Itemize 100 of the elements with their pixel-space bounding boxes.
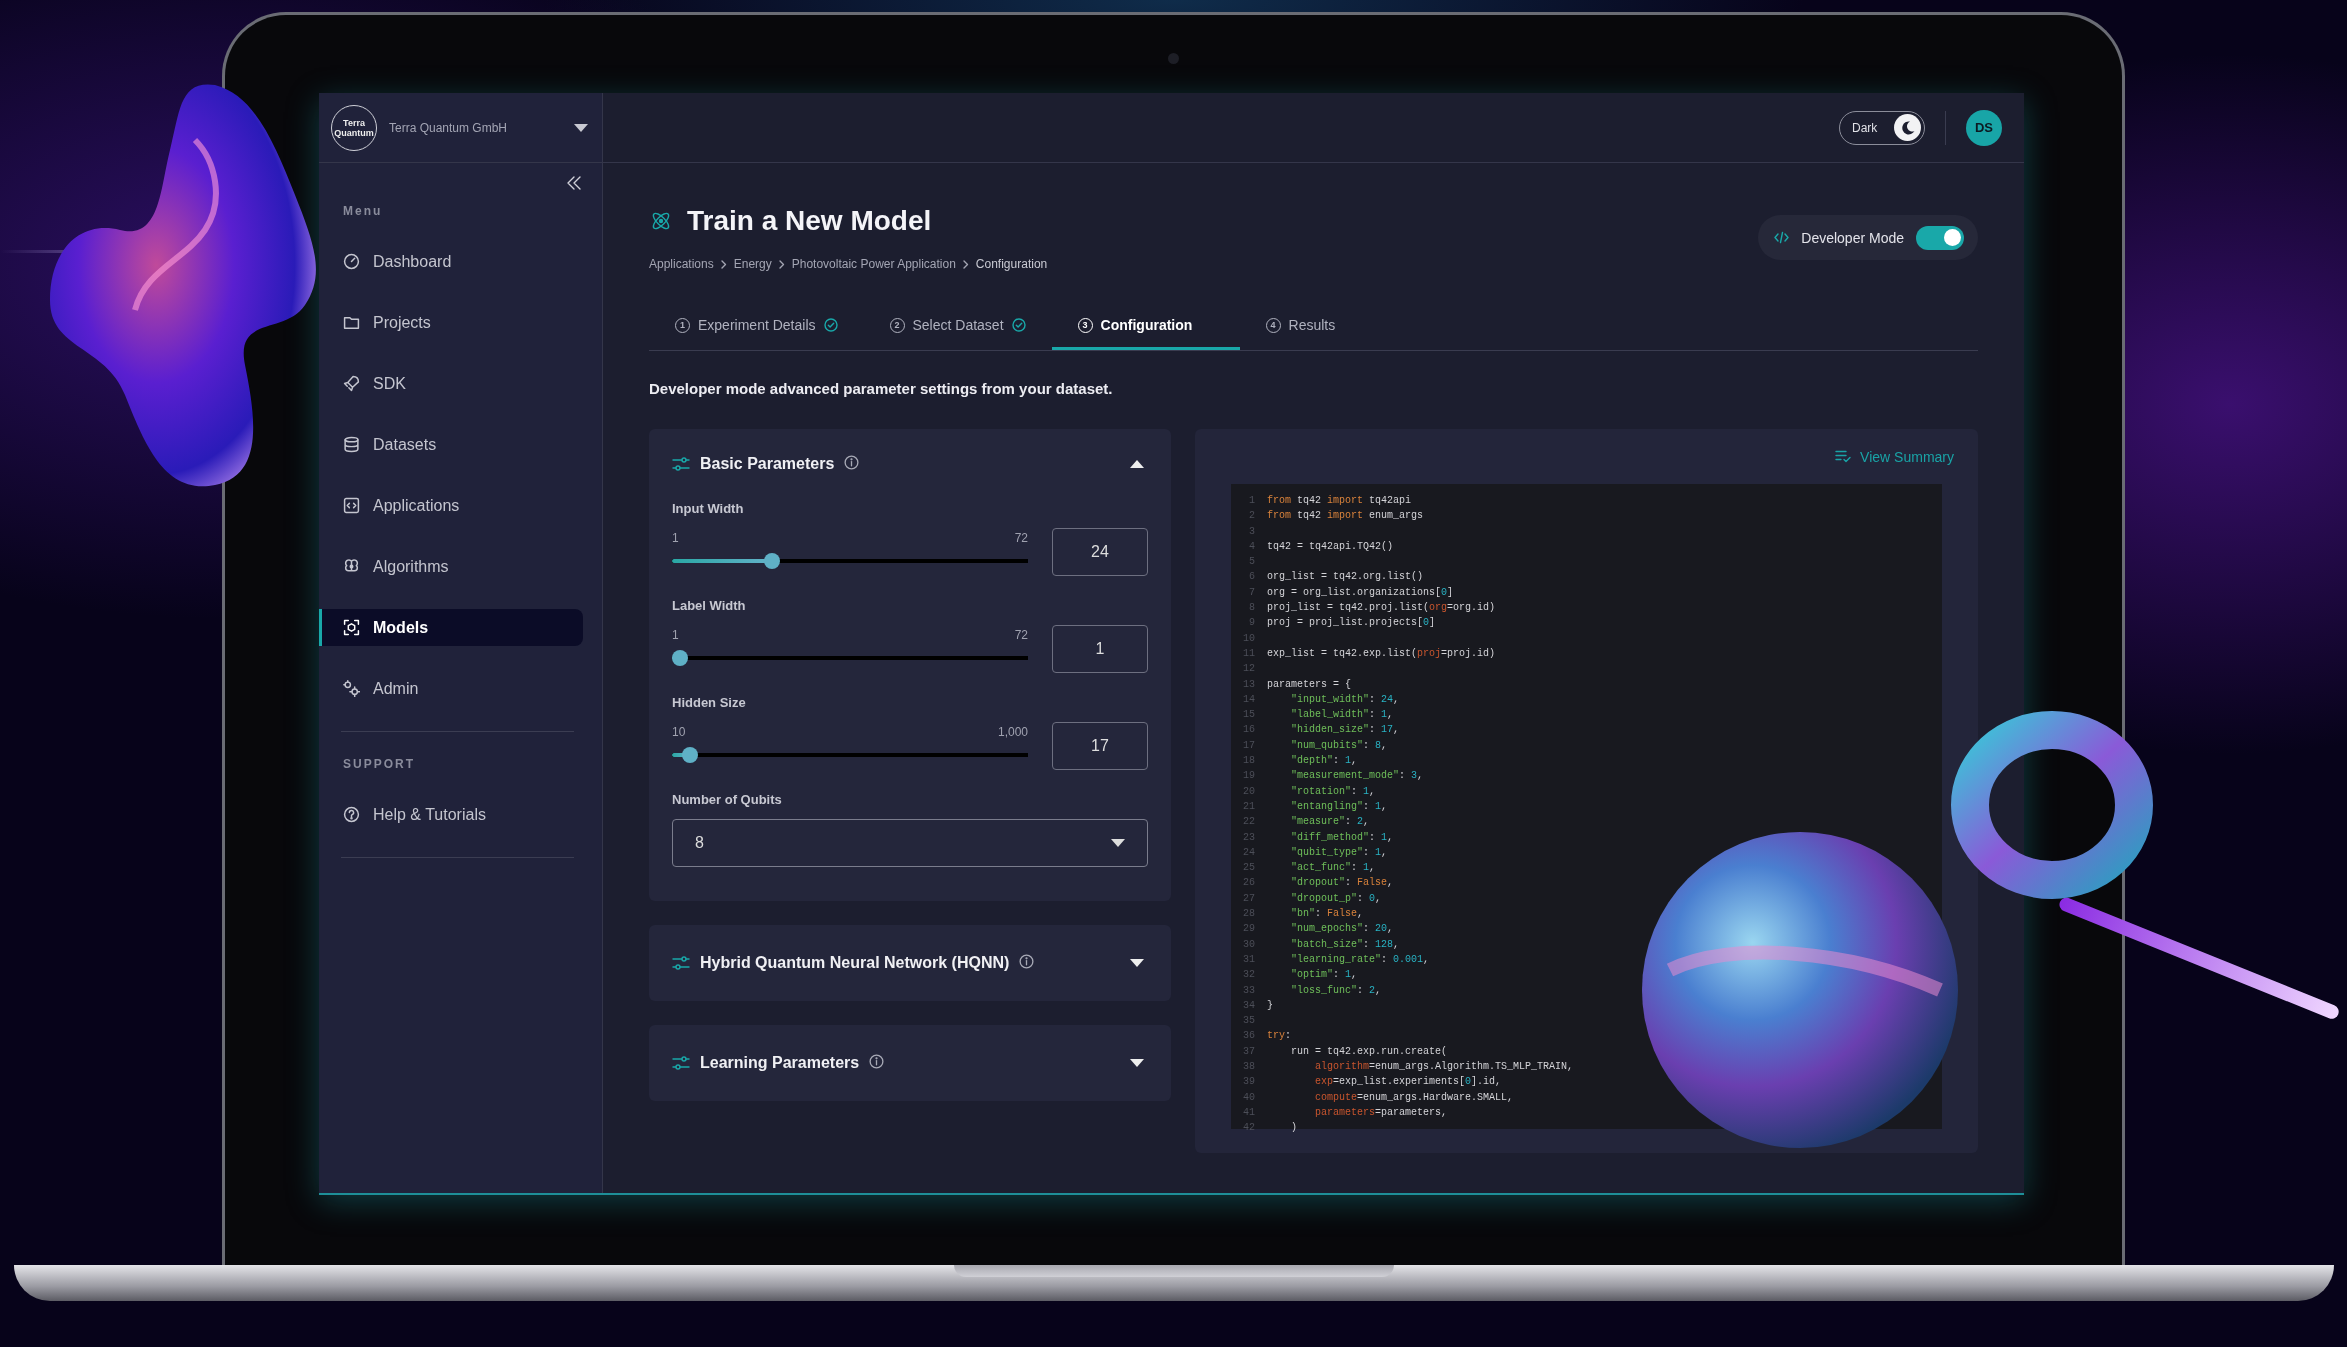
page-title: Train a New Model <box>687 205 932 237</box>
field-label: Label Width <box>672 597 747 615</box>
slider-thumb[interactable] <box>763 553 780 569</box>
line-number: 40 <box>1242 1090 1255 1105</box>
sliders-icon <box>672 456 690 472</box>
chevron-icon <box>720 259 727 269</box>
code-line: "measure": 2, <box>1291 815 1370 830</box>
line-number: 23 <box>1242 830 1255 845</box>
caret-icon[interactable] <box>1130 1059 1144 1067</box>
number-field[interactable]: 17 <box>1052 722 1148 770</box>
organization-name[interactable]: Terra Quantum GmbH <box>389 120 562 135</box>
line-number: 31 <box>1242 952 1255 967</box>
code-line: "loss_func": 2, <box>1291 983 1382 998</box>
line-number: 34 <box>1242 998 1255 1013</box>
step-tab[interactable]: 2 Select Dataset <box>863 300 1052 350</box>
number-field[interactable]: 1 <box>1052 625 1148 673</box>
code-line: "dropout": False, <box>1291 876 1394 891</box>
code-line: ) <box>1291 1121 1297 1136</box>
code-line: from tq42 import enum_args <box>1267 509 1424 524</box>
dropdown[interactable]: 8 <box>672 819 1148 867</box>
code-icon <box>1774 231 1790 244</box>
description-text: Developer mode advanced parameter settings from your dataset. <box>649 380 1114 398</box>
info-icon[interactable] <box>869 1053 885 1069</box>
number-field[interactable]: 24 <box>1052 528 1148 576</box>
code-line: tq42 = tq42api.TQ42() <box>1267 539 1394 554</box>
caret-icon <box>1111 839 1125 847</box>
caret-icon[interactable] <box>574 123 588 132</box>
info-icon[interactable] <box>844 454 860 470</box>
folder-icon <box>343 314 360 331</box>
line-number: 30 <box>1242 937 1255 952</box>
code-line: "dropout_p": 0, <box>1291 891 1382 906</box>
code-line: "input_width": 24, <box>1291 692 1400 707</box>
line-number: 14 <box>1242 692 1255 707</box>
code-line: "batch_size": 128, <box>1291 937 1400 952</box>
caret-icon[interactable] <box>1130 959 1144 967</box>
view-summary-link[interactable]: View Summary <box>1835 448 1954 465</box>
nav-item[interactable]: Datasets <box>319 426 583 463</box>
step-tab[interactable]: 1 Experiment Details <box>649 300 864 350</box>
field-label: Hidden Size <box>672 694 747 712</box>
panel-title: Basic Parameters <box>700 455 835 473</box>
toggle-switch[interactable] <box>1916 225 1964 250</box>
code-line: proj = proj_list.projects[0] <box>1267 616 1436 631</box>
nav-item[interactable]: Help & Tutorials <box>319 796 583 833</box>
code-line: "measurement_mode": 3, <box>1291 769 1424 784</box>
code-line: run = tq42.exp.run.create( <box>1291 1044 1448 1059</box>
code-line: proj_list = tq42.proj.list(org=org.id) <box>1267 601 1496 616</box>
line-number: 39 <box>1242 1075 1255 1090</box>
nav-item[interactable]: Models <box>319 609 583 646</box>
sliders-icon <box>672 955 690 971</box>
nav-item[interactable]: Projects <box>319 304 583 341</box>
moon-icon <box>1899 119 1916 136</box>
rocket-icon <box>343 375 360 392</box>
code-line: exp_list = tq42.exp.list(proj=proj.id) <box>1267 646 1496 661</box>
code-line: "entangling": 1, <box>1291 799 1388 814</box>
code-line: parameters = { <box>1267 677 1351 692</box>
line-number: 3 <box>1248 524 1255 539</box>
chevron-icon <box>962 259 969 269</box>
code-line: org_list = tq42.org.list() <box>1267 570 1424 585</box>
code-line: "bn": False, <box>1291 907 1364 921</box>
slider-thumb[interactable] <box>682 747 699 763</box>
breadcrumb-link[interactable]: Photovoltaic Power Application <box>791 257 956 271</box>
slider-max-label: 72 <box>1014 531 1028 545</box>
nav-item[interactable]: Applications <box>319 487 583 524</box>
code-line: "rotation": 1, <box>1291 784 1376 799</box>
breadcrumb-link[interactable]: Applications <box>649 257 714 271</box>
code-window-icon <box>343 497 360 514</box>
line-number: 36 <box>1242 1029 1255 1044</box>
line-number: 13 <box>1242 677 1255 692</box>
sliders-icon <box>672 1055 690 1071</box>
nav-item[interactable]: Admin <box>319 670 583 707</box>
line-number: 33 <box>1242 983 1255 998</box>
field-label: Input Width <box>672 500 745 518</box>
caret-icon[interactable] <box>1130 460 1144 468</box>
step-tab[interactable]: 4 Results <box>1239 300 1428 350</box>
code-line: "learning_rate": 0.001, <box>1291 952 1430 967</box>
slider-min-label: 1 <box>672 531 679 545</box>
code-line: "label_width": 1, <box>1291 708 1394 723</box>
slider-max-label: 72 <box>1014 628 1028 642</box>
toggle-label: Developer Mode <box>1801 229 1904 246</box>
code-line: from tq42 import tq42api <box>1267 494 1412 508</box>
step-tab[interactable]: 3 Configuration <box>1051 300 1240 350</box>
code-line: "qubit_type": 1, <box>1291 845 1388 860</box>
list-check-icon <box>1835 450 1852 463</box>
section-label: Menu <box>342 203 384 219</box>
camera-lens <box>1167 53 1179 64</box>
line-number: 4 <box>1248 539 1255 554</box>
code-line: compute=enum_args.Hardware.SMALL, <box>1315 1090 1514 1105</box>
section-label: SUPPORT <box>342 756 416 772</box>
slider-thumb[interactable] <box>672 650 688 666</box>
nav-item[interactable]: Algorithms <box>319 548 583 585</box>
slider-max-label: 1,000 <box>997 725 1028 739</box>
user-avatar[interactable]: DS <box>1966 109 2002 146</box>
collapse-icon[interactable] <box>566 176 582 190</box>
nav-item[interactable]: Dashboard <box>319 243 583 280</box>
code-line: "hidden_size": 17, <box>1291 723 1400 738</box>
info-icon[interactable] <box>1019 953 1035 969</box>
nav-item[interactable]: SDK <box>319 365 583 402</box>
code-line: "num_epochs": 20, <box>1291 922 1394 937</box>
breadcrumb-link[interactable]: Energy <box>733 257 772 271</box>
line-number: 24 <box>1242 845 1255 860</box>
